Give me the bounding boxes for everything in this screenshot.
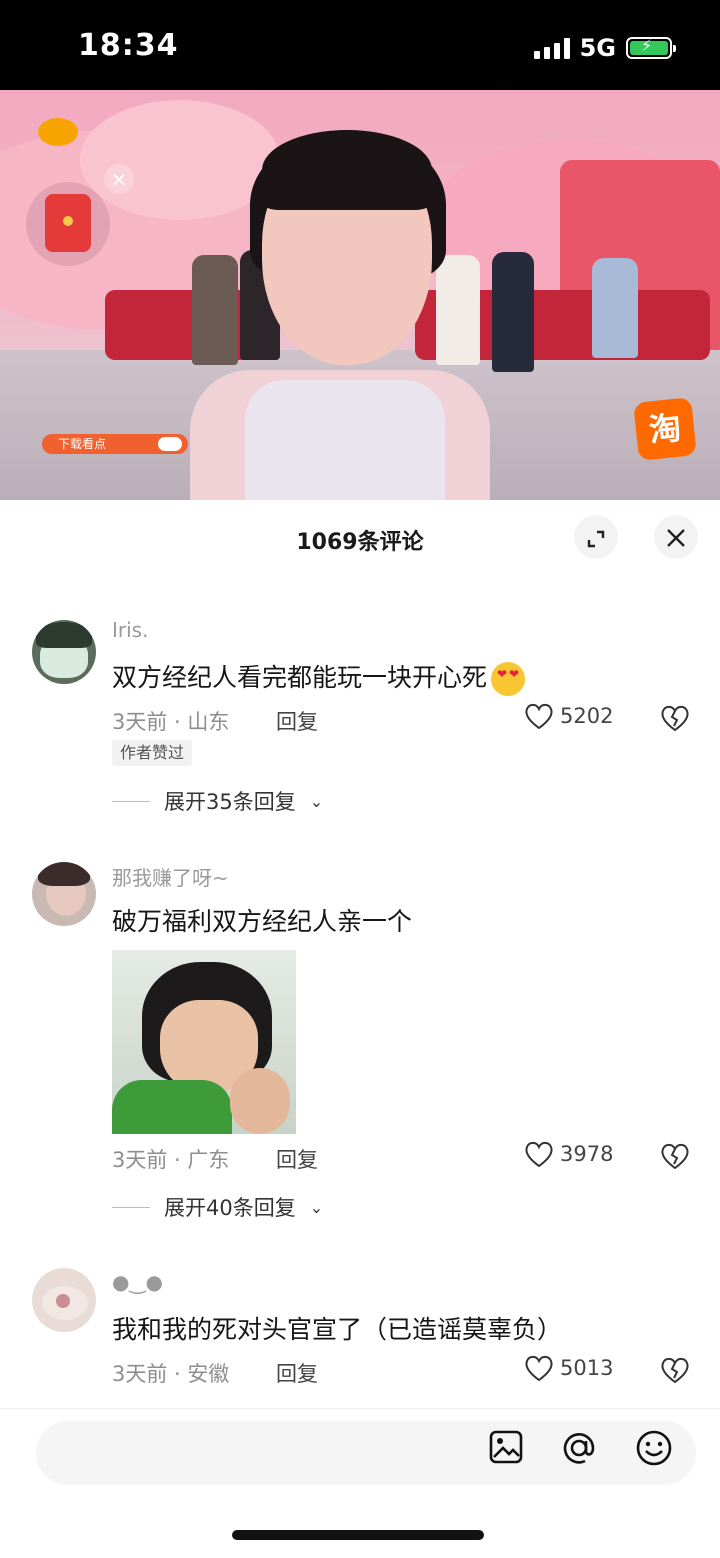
status-time: 18:34 <box>78 28 179 63</box>
at-icon <box>563 1433 595 1464</box>
red-envelope-icon <box>45 194 91 252</box>
chevron-down-icon: ⌄ <box>309 1197 324 1217</box>
comment-body: 双方经纪人看完都能玩一块开心死 <box>112 663 488 692</box>
reply-button[interactable]: 回复 <box>276 706 318 736</box>
comment-username[interactable]: ●‿● <box>112 1270 163 1294</box>
comment-text: 破万福利双方经纪人亲一个 <box>112 907 413 936</box>
avatar[interactable] <box>32 862 96 926</box>
status-indicators: 5G ⚡ <box>533 34 676 62</box>
video-player[interactable]: × 下载看点 淘 <box>0 90 720 500</box>
expand-replies-label: 展开35条回复 <box>164 790 296 814</box>
comment-item: ●‿● 我和我的死对头官宣了（已造谣莫辜负） 3天前 · 安徽 回复 5013 <box>0 1266 720 1406</box>
reply-button[interactable]: 回复 <box>276 1358 318 1388</box>
image-icon <box>489 1430 523 1464</box>
heart-icon <box>525 1355 553 1382</box>
heart-icon <box>525 703 553 730</box>
dislike-button[interactable] <box>660 1142 690 1174</box>
comment-text: 我和我的死对头官宣了（已造谣莫辜负） <box>112 1315 563 1344</box>
comment-item: Iris. 双方经纪人看完都能玩一块开心死 3天前 · 山东 回复 5202 作… <box>0 610 720 814</box>
comment-time-location: 3天前 · 安徽 <box>112 1362 230 1386</box>
heart-eyes-emoji-icon <box>491 662 526 696</box>
comment-item: 那我赚了呀~ 破万福利双方经纪人亲一个 3天前 · 广东 回复 3978 展开4… <box>0 858 720 1220</box>
broken-heart-icon <box>661 705 689 732</box>
comments-header: 1069条评论 <box>0 500 720 576</box>
close-icon <box>667 528 685 547</box>
author-liked-badge: 作者赞过 <box>112 740 193 766</box>
channel-logo-icon <box>38 118 78 146</box>
expand-button[interactable] <box>574 515 618 559</box>
comment-username[interactable]: Iris. <box>112 618 148 642</box>
comment-text: 双方经纪人看完都能玩一块开心死 <box>112 658 526 696</box>
download-promo-banner[interactable]: 下载看点 <box>42 434 188 454</box>
reply-button[interactable]: 回复 <box>276 1144 318 1174</box>
dislike-button[interactable] <box>660 1356 690 1388</box>
expand-replies-button[interactable]: 展开40条回复 ⌄ <box>112 1192 323 1222</box>
like-button[interactable]: 3978 <box>524 1140 613 1168</box>
avatar[interactable] <box>32 620 96 684</box>
heart-icon <box>525 1141 553 1168</box>
mention-button[interactable] <box>560 1429 598 1471</box>
like-count: 5202 <box>560 704 614 728</box>
comment-time-location: 3天前 · 山东 <box>112 710 230 734</box>
like-count: 3978 <box>560 1142 614 1166</box>
taobao-shop-button[interactable]: 淘 <box>633 397 697 461</box>
battery-charging-icon: ⚡ <box>626 36 676 59</box>
expand-icon <box>587 530 605 547</box>
toggle-icon <box>158 437 182 451</box>
like-count: 5013 <box>560 1356 614 1380</box>
home-indicator[interactable] <box>232 1530 484 1540</box>
image-button[interactable] <box>488 1429 524 1469</box>
dislike-button[interactable] <box>660 704 690 736</box>
comment-time-location: 3天前 · 广东 <box>112 1148 230 1172</box>
signal-bars-icon <box>533 37 570 59</box>
emoji-button[interactable] <box>635 1429 673 1471</box>
emoji-icon <box>636 1430 672 1466</box>
broken-heart-icon <box>661 1357 689 1384</box>
comments-sheet: 1069条评论 Iris. 双方经纪人看完都能玩一块开心死 3天前 · 山东 回… <box>0 500 720 1558</box>
comment-username[interactable]: 那我赚了呀~ <box>112 862 229 891</box>
expand-replies-label: 展开40条回复 <box>164 1196 296 1220</box>
comment-image[interactable] <box>112 950 296 1134</box>
expand-replies-button[interactable]: 展开35条回复 ⌄ <box>112 786 323 816</box>
chevron-down-icon: ⌄ <box>309 791 324 811</box>
comment-input-bar <box>0 1408 720 1499</box>
avatar[interactable] <box>32 1268 96 1332</box>
broken-heart-icon <box>661 1143 689 1170</box>
network-type: 5G <box>579 34 616 62</box>
red-packet-close-button[interactable]: × <box>104 164 134 194</box>
promo-text: 下载看点 <box>58 437 107 451</box>
red-packet-button[interactable] <box>26 182 110 266</box>
like-button[interactable]: 5202 <box>524 702 613 730</box>
like-button[interactable]: 5013 <box>524 1354 613 1382</box>
status-bar: 18:34 5G ⚡ <box>0 0 720 90</box>
close-button[interactable] <box>654 515 698 559</box>
